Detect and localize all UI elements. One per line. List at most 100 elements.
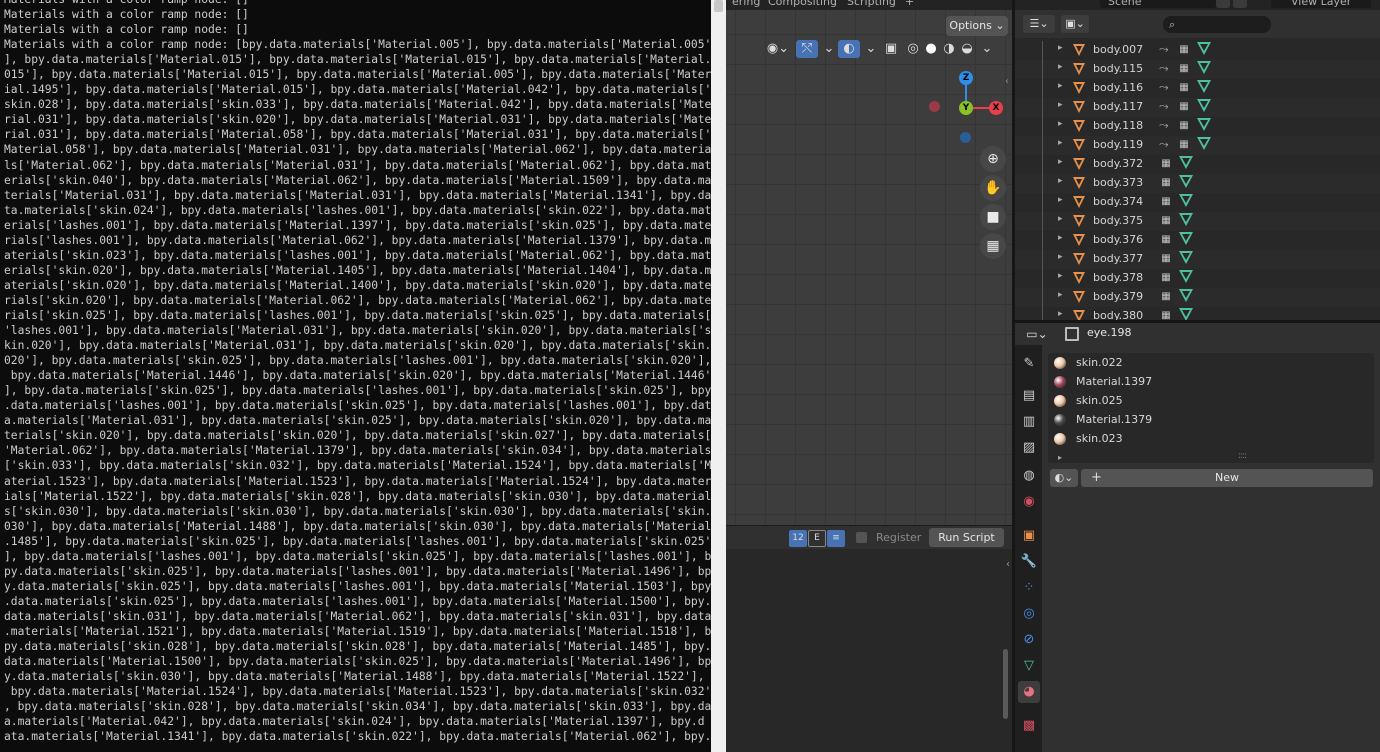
shading-dropdown-icon[interactable]: ⌄	[976, 40, 998, 58]
texture-tab-icon[interactable]: ▩	[1018, 715, 1040, 737]
outliner-row[interactable]: ▸ body.119 ⤳ ▦	[1015, 136, 1380, 155]
modifier-icon[interactable]: ⤳	[1159, 118, 1169, 133]
outliner-row[interactable]: ▸ body.115 ⤳ ▦	[1015, 60, 1380, 79]
outliner-row[interactable]: ▸ body.118 ⤳ ▦	[1015, 117, 1380, 136]
object-name[interactable]: body.374	[1093, 195, 1143, 208]
overlay-dropdown-icon[interactable]: ⌄	[860, 40, 882, 58]
expand-arrow-icon[interactable]: ▸	[1058, 119, 1063, 129]
outliner-row[interactable]: ▸ body.375 ▦	[1015, 212, 1380, 231]
gizmo-neg-z-axis[interactable]	[960, 132, 971, 143]
outliner-row[interactable]: ▸ body.378 ▦	[1015, 269, 1380, 288]
camera-view-icon[interactable]: ■	[980, 204, 1006, 230]
3d-viewport[interactable]: Options ⌄ ◉⌄ ⤲ ⌄ ◐ ⌄ ▣ ◎ ● ◑ ◒ ⌄ Z Y X ⊕…	[726, 10, 1012, 525]
vertex-groups-icon[interactable]: ▦	[1178, 43, 1190, 56]
expand-arrow-icon[interactable]: ▸	[1058, 62, 1063, 72]
outliner-row[interactable]: ▸ body.376 ▦	[1015, 231, 1380, 250]
material-tab-icon[interactable]: ◕	[1018, 681, 1040, 703]
filter-dropdown[interactable]: ▣⌄	[1061, 15, 1089, 33]
object-name[interactable]: body.376	[1093, 233, 1143, 246]
options-dropdown[interactable]: Options ⌄	[946, 16, 1008, 36]
scene-delete-icon[interactable]	[1233, 0, 1247, 8]
vertex-groups-icon[interactable]: ▦	[1160, 195, 1172, 208]
object-name[interactable]: body.119	[1093, 138, 1143, 151]
object-name[interactable]: body.379	[1093, 290, 1143, 303]
vertex-groups-icon[interactable]: ▦	[1178, 100, 1190, 113]
gizmo-toggle-icon[interactable]: ⤲	[796, 40, 818, 58]
console-scrollbar[interactable]	[711, 0, 726, 752]
data-tab-icon[interactable]: ▽	[1018, 655, 1040, 677]
expand-arrow-icon[interactable]: ▸	[1058, 195, 1063, 205]
mesh-data-icon[interactable]	[1179, 213, 1193, 226]
world-tab-icon[interactable]: ◉	[1018, 491, 1040, 513]
object-tab-icon[interactable]: ▣	[1018, 525, 1040, 547]
view-layer-selector[interactable]: View Layer	[1271, 0, 1371, 8]
mesh-data-icon[interactable]	[1179, 308, 1193, 320]
tab-rendering[interactable]: ering	[726, 0, 766, 9]
outliner-row[interactable]: ▸ body.380 ▦	[1015, 307, 1380, 320]
material-slot-list[interactable]: skin.022 Material.1397 skin.025 Material.13…	[1048, 353, 1374, 463]
gizmo-neg-x-axis[interactable]	[929, 101, 940, 112]
vertex-groups-icon[interactable]: ▦	[1160, 290, 1172, 303]
vertex-groups-icon[interactable]: ▦	[1160, 252, 1172, 265]
text-editor-scrollbar[interactable]	[1003, 649, 1008, 719]
outliner-row[interactable]: ▸ body.117 ⤳ ▦	[1015, 98, 1380, 117]
overlay-toggle-icon[interactable]: ◐	[838, 40, 860, 58]
render-tab-icon[interactable]: ▤	[1018, 385, 1040, 407]
visibility-eye-icon[interactable]: ◉⌄	[764, 40, 792, 58]
constraints-tab-icon[interactable]: ⊘	[1018, 629, 1040, 651]
mesh-data-icon[interactable]	[1197, 99, 1211, 112]
mesh-data-icon[interactable]	[1179, 156, 1193, 169]
modifier-icon[interactable]: ⤳	[1159, 137, 1169, 152]
display-mode-dropdown[interactable]: ☰⌄	[1023, 15, 1055, 33]
mesh-data-icon[interactable]	[1197, 80, 1211, 93]
object-name[interactable]: body.378	[1093, 271, 1143, 284]
object-name[interactable]: body.375	[1093, 214, 1143, 227]
material-slot[interactable]: Material.1379	[1048, 411, 1374, 430]
text-editor-area[interactable]: ‹	[726, 549, 1012, 752]
gizmo-dropdown-icon[interactable]: ⌄	[818, 40, 840, 58]
modifier-icon[interactable]: ⤳	[1159, 80, 1169, 95]
expand-arrow-icon[interactable]: ▸	[1058, 271, 1063, 281]
scene-tab-icon[interactable]: ◍	[1018, 465, 1040, 487]
browse-material-dropdown[interactable]: ◐⌄	[1050, 469, 1078, 487]
outliner-row[interactable]: ▸ body.373 ▦	[1015, 174, 1380, 193]
perspective-grid-icon[interactable]: ▦	[980, 233, 1006, 259]
mesh-data-icon[interactable]	[1197, 118, 1211, 131]
vertex-groups-icon[interactable]: ▦	[1178, 138, 1190, 151]
outliner-row[interactable]: ▸ body.372 ▦	[1015, 155, 1380, 174]
modifier-icon[interactable]: ⤳	[1159, 42, 1169, 57]
expand-arrow-icon[interactable]: ▸	[1058, 176, 1063, 186]
tool-tab-icon[interactable]: ✎	[1018, 353, 1040, 375]
expand-arrow-icon[interactable]: ▸	[1058, 233, 1063, 243]
new-material-button[interactable]: + New	[1081, 469, 1373, 487]
mesh-data-icon[interactable]	[1179, 270, 1193, 283]
console-scrollbar-thumb[interactable]	[714, 0, 723, 12]
expand-arrow-icon[interactable]: ▸	[1058, 100, 1063, 110]
material-slot[interactable]: skin.022	[1048, 354, 1374, 373]
mesh-data-icon[interactable]	[1179, 251, 1193, 264]
object-name[interactable]: body.372	[1093, 157, 1143, 170]
mesh-data-icon[interactable]	[1179, 232, 1193, 245]
vertex-groups-icon[interactable]: ▦	[1160, 233, 1172, 246]
syntax-highlight-toggle-icon[interactable]: ≡	[827, 530, 845, 547]
modifier-icon[interactable]: ⤳	[1159, 99, 1169, 114]
object-name[interactable]: body.007	[1093, 43, 1143, 56]
mesh-data-icon[interactable]	[1197, 137, 1211, 150]
tab-compositing[interactable]: Compositing	[762, 0, 843, 9]
vertex-groups-icon[interactable]: ▦	[1160, 309, 1172, 320]
physics-tab-icon[interactable]: ◎	[1018, 603, 1040, 625]
outliner-search-input[interactable]: ⌕	[1163, 16, 1271, 33]
mesh-data-icon[interactable]	[1197, 61, 1211, 74]
word-wrap-toggle-icon[interactable]: E	[808, 530, 826, 547]
expand-arrow-icon[interactable]: ▸	[1058, 252, 1063, 262]
expand-arrow-icon[interactable]: ▸	[1058, 81, 1063, 91]
list-expand-icon[interactable]: ▸	[1058, 453, 1062, 462]
outliner-row[interactable]: ▸ body.377 ▦	[1015, 250, 1380, 269]
gizmo-z-axis[interactable]: Z	[959, 71, 973, 85]
particles-tab-icon[interactable]: ⁘	[1018, 577, 1040, 599]
mesh-data-icon[interactable]	[1179, 194, 1193, 207]
outliner-row[interactable]: ▸ body.379 ▦	[1015, 288, 1380, 307]
expand-arrow-icon[interactable]: ▸	[1058, 157, 1063, 167]
vertex-groups-icon[interactable]: ▦	[1160, 214, 1172, 227]
output-tab-icon[interactable]: ▥	[1018, 411, 1040, 433]
